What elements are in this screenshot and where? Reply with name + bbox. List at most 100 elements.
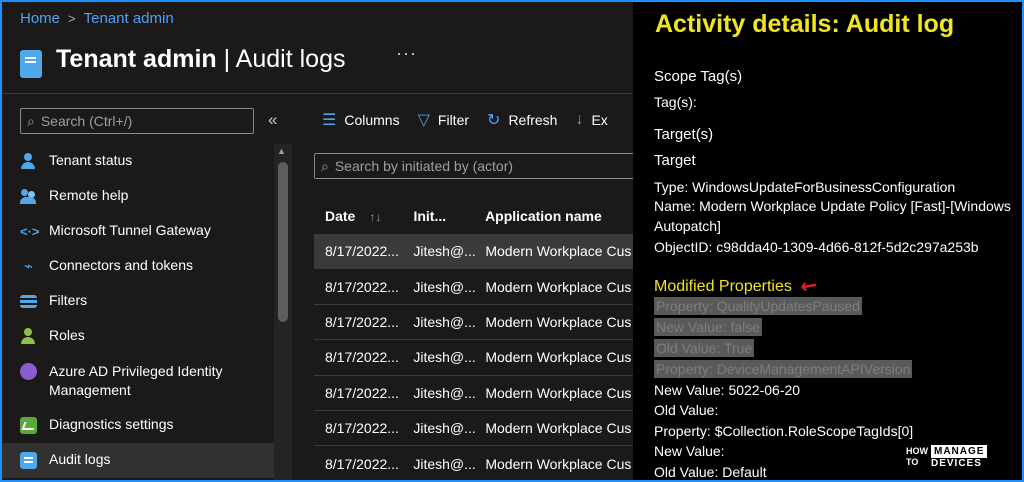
cell-application-name: Modern Workplace Cus	[485, 349, 632, 366]
header-divider	[2, 93, 632, 94]
column-header-date[interactable]: Date ↑↓	[314, 208, 403, 224]
sort-icon[interactable]: ↑↓	[369, 210, 381, 224]
scroll-up-arrow-icon[interactable]: ▲	[277, 146, 286, 156]
plug-icon: ⌁	[23, 258, 34, 275]
breadcrumb: Home > Tenant admin	[20, 10, 174, 27]
property-3: Property: $Collection.RoleScopeTagIds[0]	[654, 423, 914, 439]
column-header-application-name[interactable]: Application name	[475, 208, 644, 224]
audit-log-table: Date ↑↓ Init... Application name 8/17/202…	[314, 198, 644, 480]
sidebar-item-roles[interactable]: Roles	[2, 319, 274, 354]
filter-button[interactable]: ▽ Filter	[418, 110, 469, 130]
table-row[interactable]: 8/17/2022... Jitesh@... Modern Workplace…	[314, 376, 644, 411]
modified-properties-heading: Modified Properties ↙	[654, 273, 821, 301]
sidebar-item-tenant-status[interactable]: Tenant status	[2, 144, 274, 179]
cell-initiated-by: Jitesh@...	[413, 243, 476, 260]
table-row[interactable]: 8/17/2022... Jitesh@... Modern Workplace…	[314, 446, 644, 480]
sidebar-item-microsoft-tunnel-gateway[interactable]: <·> Microsoft Tunnel Gateway	[2, 214, 274, 249]
howtomanagedevices-logo: HOW TO MANAGE DEVICES	[906, 445, 988, 469]
sidebar-item-filters[interactable]: Filters	[2, 284, 274, 319]
new-value-1: New Value: false	[654, 318, 763, 336]
cell-date: 8/17/2022...	[325, 313, 399, 330]
export-button[interactable]: ↓ Ex	[575, 111, 607, 129]
page-title: Tenant admin | Audit logs	[56, 45, 345, 74]
cell-application-name: Modern Workplace Cus	[485, 278, 632, 295]
property-1-text: Property: QualityUpdatesPaused	[654, 297, 862, 315]
cell-initiated-by: Jitesh@...	[413, 384, 476, 401]
collapse-sidebar-button[interactable]: «	[268, 110, 277, 130]
cell-initiated-by: Jitesh@...	[413, 349, 476, 366]
audit-logs-icon	[20, 452, 37, 469]
property-2: Property: DeviceManagementAPIVersion	[654, 360, 913, 378]
cell-application-name: Modern Workplace Cus	[485, 420, 632, 437]
target-subheading: Target	[654, 152, 696, 169]
page-header: Tenant admin | Audit logs	[20, 40, 345, 78]
table-search-placeholder: Search by initiated by (actor)	[334, 158, 514, 174]
cell-application-name: Modern Workplace Cus	[485, 243, 632, 260]
new-value-2: New Value: 5022-06-20	[654, 382, 801, 398]
table-row[interactable]: 8/17/2022... Jitesh@... Modern Workplace…	[314, 411, 644, 447]
sidebar-item-label: Azure AD Privileged Identity Management	[49, 363, 223, 398]
sidebar-item-diagnostics-settings[interactable]: Diagnostics settings	[2, 408, 274, 443]
table-row[interactable]: 8/17/2022... Jitesh@... Modern Workplace…	[314, 234, 644, 270]
activity-details-panel: Activity details: Audit log Scope Tag(s)…	[633, 2, 1022, 480]
sidebar-item-label: Microsoft Tunnel Gateway	[49, 222, 211, 238]
sidebar-item-remote-help[interactable]: Remote help	[2, 179, 274, 214]
cell-date: 8/17/2022...	[325, 455, 399, 472]
breadcrumb-separator: >	[68, 11, 76, 26]
logo-to: TO	[906, 457, 919, 467]
breadcrumb-tenant-admin[interactable]: Tenant admin	[84, 10, 174, 27]
logo-how: HOW	[906, 446, 928, 456]
table-row[interactable]: 8/17/2022... Jitesh@... Modern Workplace…	[314, 269, 644, 305]
property-2-text: Property: DeviceManagementAPIVersion	[654, 360, 913, 378]
more-options-button[interactable]: ···	[396, 43, 417, 64]
cell-date: 8/17/2022...	[325, 384, 399, 401]
cell-initiated-by: Jitesh@...	[413, 420, 476, 437]
download-icon: ↓	[575, 111, 584, 128]
sidebar-item-label: Audit logs	[49, 451, 111, 467]
page-title-rest: | Audit logs	[216, 44, 346, 73]
sidebar-item-connectors-and-tokens[interactable]: ⌁ Connectors and tokens	[2, 249, 274, 284]
tunnel-icon: <·>	[20, 224, 40, 239]
sidebar-item-label: Remote help	[49, 187, 129, 203]
cell-initiated-by: Jitesh@...	[413, 278, 476, 295]
sidebar-item-label: Diagnostics settings	[49, 416, 174, 432]
logo-manage: MANAGE	[931, 445, 988, 458]
columns-label: Columns	[344, 112, 400, 128]
table-row[interactable]: 8/17/2022... Jitesh@... Modern Workplace…	[314, 305, 644, 341]
cell-date: 8/17/2022...	[325, 278, 399, 295]
refresh-button[interactable]: ↻ Refresh	[487, 110, 557, 130]
diagnostics-icon	[20, 417, 37, 434]
filter-label: Filter	[437, 112, 470, 128]
breadcrumb-home[interactable]: Home	[20, 10, 60, 27]
search-icon: ⌕	[321, 157, 329, 174]
sidebar-item-label: Tenant status	[49, 152, 133, 168]
people-icon	[20, 188, 37, 205]
table-row[interactable]: 8/17/2022... Jitesh@... Modern Workplace…	[314, 340, 644, 376]
modified-properties-label: Modified Properties	[654, 277, 792, 295]
columns-button[interactable]: ☰ Columns	[322, 110, 400, 130]
target-name: Name: Modern Workplace Update Policy [Fa…	[654, 198, 1011, 234]
old-value-1-text: Old Value: True	[654, 339, 755, 357]
sidebar-search-input[interactable]: ⌕ Search (Ctrl+/)	[20, 108, 254, 134]
page-title-bold: Tenant admin	[56, 44, 217, 73]
old-value-3: Old Value: Default	[654, 464, 767, 480]
scope-tags-heading: Scope Tag(s)	[654, 68, 743, 85]
sidebar-item-audit-logs[interactable]: Audit logs	[2, 443, 274, 478]
cell-initiated-by: Jitesh@...	[413, 455, 476, 472]
cell-initiated-by: Jitesh@...	[413, 313, 476, 330]
logo-how-to: HOW TO	[906, 446, 928, 468]
export-label: Ex	[591, 112, 608, 128]
property-1: Property: QualityUpdatesPaused	[654, 297, 862, 315]
sidebar-scrollbar-thumb[interactable]	[278, 162, 288, 322]
roles-icon	[20, 328, 37, 345]
column-header-initiated-by[interactable]: Init...	[403, 208, 475, 224]
target-type: Type: WindowsUpdateForBusinessConfigurat…	[654, 179, 956, 195]
table-search-input[interactable]: ⌕ Search by initiated by (actor)	[314, 153, 644, 179]
new-value-1-text: New Value: false	[654, 318, 763, 336]
filter-list-icon	[20, 295, 37, 308]
old-value-2: Old Value:	[654, 402, 719, 418]
table-header: Date ↑↓ Init... Application name	[314, 198, 644, 234]
sidebar-item-azure-ad-pim[interactable]: Azure AD Privileged Identity Management	[2, 354, 274, 408]
person-icon	[20, 153, 37, 170]
new-value-3: New Value:	[654, 443, 725, 459]
